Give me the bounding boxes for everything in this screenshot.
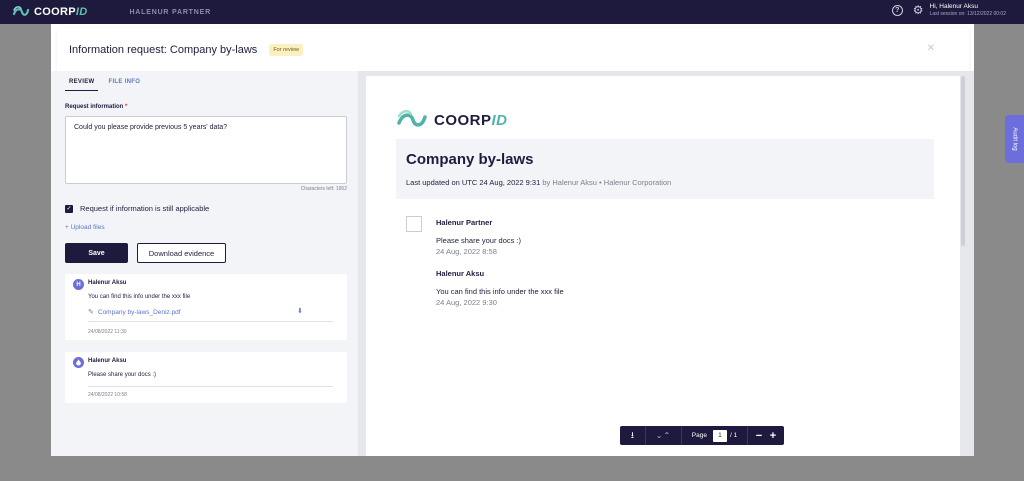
message-date: 24 Aug, 2022 8:58 (436, 247, 497, 256)
page-label: Page (691, 432, 707, 439)
zoom-controls: − + (748, 426, 784, 445)
tab-file-info[interactable]: FILE INFO (108, 79, 140, 91)
document-preview: COORPID Company by-laws Last updated on … (358, 71, 974, 456)
comment-date: 24/08/2022 11:30 (88, 329, 127, 335)
document-title: Company by-laws (406, 151, 534, 168)
information-request-modal: Information request: Company by-laws For… (51, 24, 974, 456)
message-text: You can find this info under the xxx fil… (436, 287, 564, 296)
avatar (73, 357, 84, 368)
message-date: 24 Aug, 2022 9:30 (436, 298, 497, 307)
message-author: Halenur Partner (436, 218, 493, 227)
attachment-link[interactable]: ✎ Company by-laws_Deniz.pdf (88, 308, 181, 317)
download-icon[interactable]: ⬇ (297, 307, 303, 315)
modal-header: Information request: Company by-laws For… (57, 28, 969, 72)
page-navigation: ⌄ ⌃ (646, 426, 682, 445)
partner-name: HALENUR PARTNER (129, 8, 211, 16)
user-greeting: Hi, Halenur Aksu (929, 3, 978, 10)
question-circle-icon[interactable]: ? (891, 4, 903, 16)
droplet-icon (76, 359, 81, 366)
still-applicable-label: Request if information is still applicab… (80, 204, 210, 213)
zoom-out-icon[interactable]: − (756, 430, 762, 442)
panel-tabs: REVIEW FILE INFO (65, 79, 150, 91)
comment-author: Halenur Aksu (88, 280, 127, 286)
document-logo: COORPID (396, 108, 508, 132)
modal-title: Information request: Company by-laws (69, 43, 258, 56)
last-session-text: Last session on: 13/12/2022 00:02 (929, 11, 1006, 17)
comment-marker (406, 216, 422, 232)
close-icon[interactable]: ✕ (927, 43, 935, 54)
still-applicable-checkbox[interactable]: ✓ (65, 204, 73, 213)
comment-text: Please share your docs :) (88, 372, 157, 378)
download-evidence-button[interactable]: Download evidence (137, 243, 226, 263)
coorpid-logo-icon (12, 6, 30, 16)
brand-name: COORPID (34, 6, 88, 18)
top-navigation-bar: COORPID HALENUR PARTNER ? ⚙ Hi, Halenur … (0, 0, 1024, 24)
comment-card: Halenur Aksu Please share your docs :) 2… (65, 352, 347, 403)
review-panel: REVIEW FILE INFO Request information * C… (51, 71, 358, 456)
message-text: Please share your docs :) (436, 236, 522, 245)
comment-text: You can find this info under the xxx fil… (88, 294, 191, 300)
still-applicable-row[interactable]: ✓ Request if information is still applic… (65, 204, 209, 213)
pdf-toolbar: ⭳ ⌄ ⌃ Page 1 / 1 − + (620, 426, 784, 445)
document-brand: COORPID (434, 111, 508, 129)
audit-log-label: Audit log (1011, 127, 1018, 151)
attachment-filename: Company by-laws_Deniz.pdf (97, 308, 181, 316)
gear-icon[interactable]: ⚙ (913, 4, 924, 16)
divider (88, 386, 333, 387)
request-information-textarea[interactable]: Could you please provide previous 5 year… (65, 116, 347, 184)
download-icon[interactable]: ⭳ (620, 426, 646, 445)
save-button[interactable]: Save (65, 243, 128, 263)
audit-log-tab[interactable]: Audit log (1005, 115, 1024, 163)
chevron-down-icon[interactable]: ⌄ (656, 431, 664, 440)
chevron-up-icon[interactable]: ⌃ (664, 431, 672, 440)
user-info[interactable]: Hi, Halenur Aksu Last session on: 13/12/… (930, 3, 1006, 17)
app-logo[interactable]: COORPID (12, 5, 87, 19)
characters-left-counter: Characters left: 1952 (300, 186, 347, 192)
comment-date: 24/08/2022 10:58 (88, 392, 127, 398)
comment-author: Halenur Aksu (88, 358, 127, 364)
page-total: / 1 (729, 432, 738, 439)
request-information-label: Request information * (65, 104, 128, 110)
divider (88, 321, 333, 322)
tab-review[interactable]: REVIEW (65, 79, 99, 91)
status-badge: For review (269, 43, 303, 56)
page-number-input[interactable]: 1 (712, 429, 727, 442)
upload-files-link[interactable]: + Upload files (65, 224, 105, 231)
preview-scrollbar[interactable] (961, 76, 965, 246)
zoom-in-icon[interactable]: + (770, 430, 776, 442)
comment-card: H Halenur Aksu You can find this info un… (65, 274, 347, 340)
pdf-page: COORPID Company by-laws Last updated on … (366, 76, 960, 456)
page-indicator: Page 1 / 1 (682, 426, 748, 445)
document-header: Company by-laws Last updated on UTC 24 A… (396, 139, 934, 199)
coorpid-logo-icon (397, 110, 427, 127)
document-meta: Last updated on UTC 24 Aug, 2022 9:31 by… (406, 178, 672, 187)
message-author: Halenur Aksu (436, 269, 485, 278)
paperclip-icon: ✎ (88, 309, 94, 316)
avatar: H (73, 279, 84, 290)
